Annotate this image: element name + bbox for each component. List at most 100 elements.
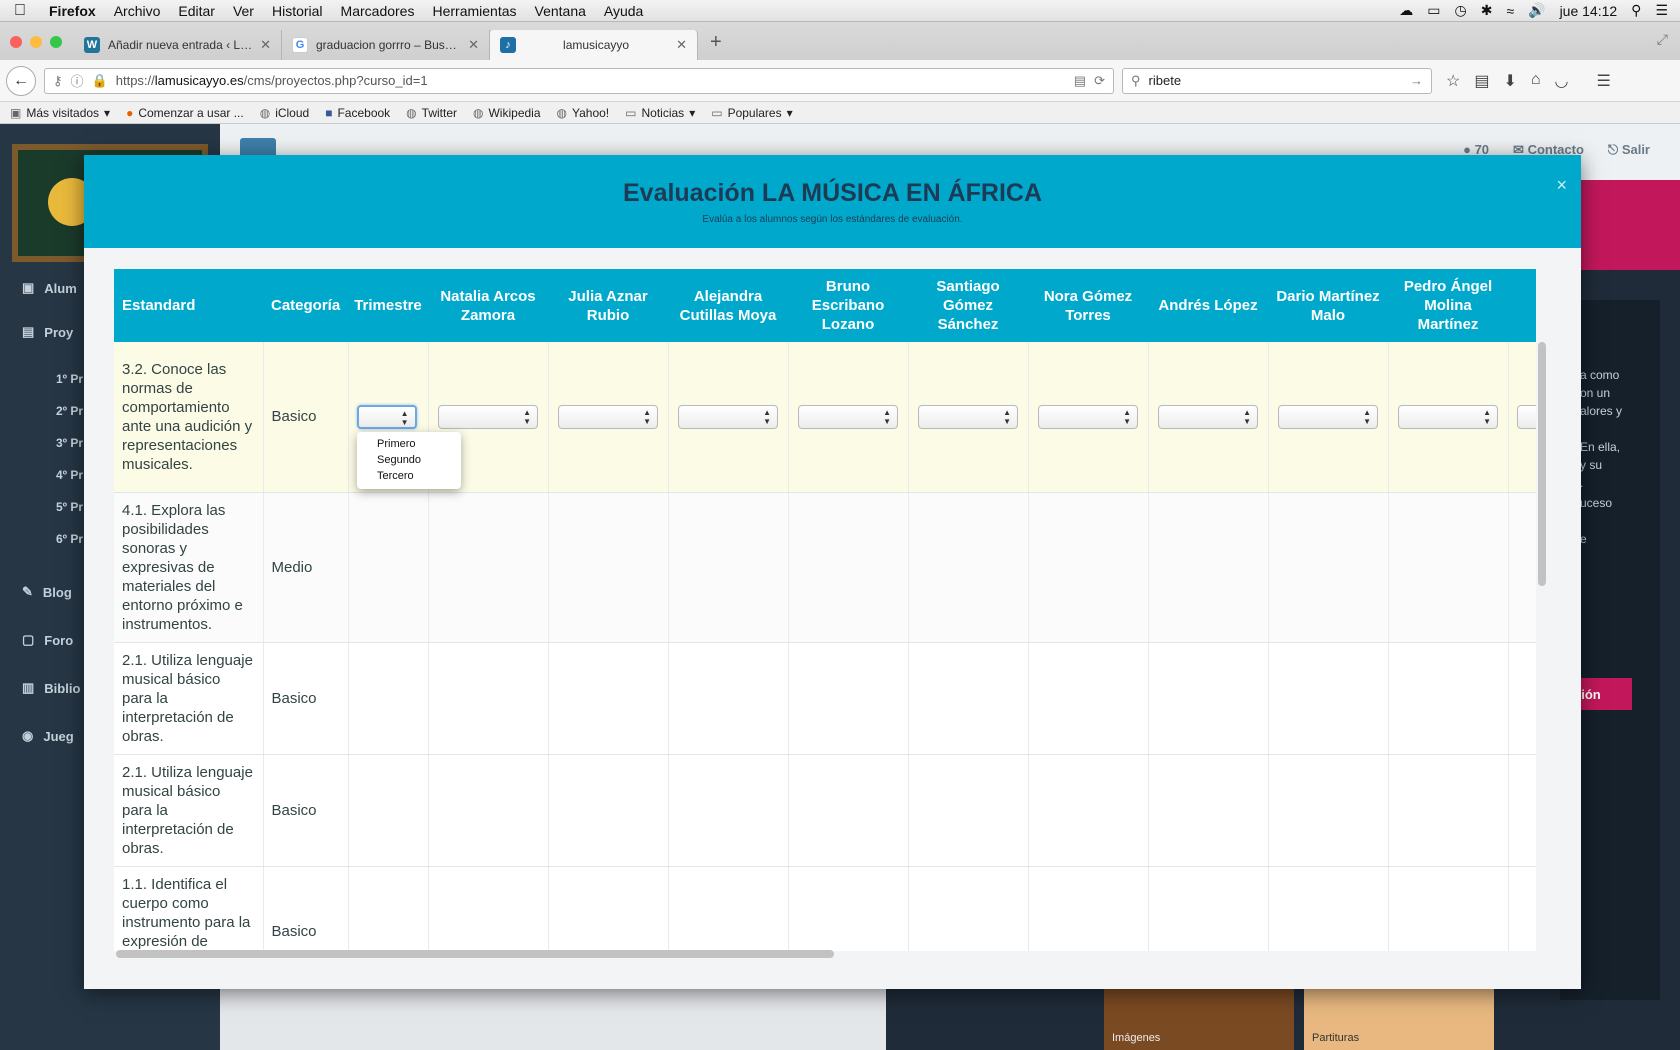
close-icon[interactable]: ×: [1556, 175, 1567, 196]
bookmark-comenzar[interactable]: ● Comenzar a usar ...: [126, 106, 244, 120]
wifi-icon[interactable]: ≈: [1506, 3, 1514, 19]
bookmark-populares[interactable]: ▭ Populares ▾: [711, 106, 792, 120]
bookmark-yahoo[interactable]: ◍ Yahoo!: [557, 106, 610, 120]
sidebar-subitem-2[interactable]: 2º Pr: [56, 404, 83, 418]
search-bar[interactable]: ⚲ ribete →: [1122, 67, 1432, 94]
new-tab-button[interactable]: +: [698, 31, 734, 60]
grade-select[interactable]: ▲ ▼: [438, 404, 538, 429]
reading-list-icon[interactable]: ▤: [1474, 71, 1489, 91]
sidebar-subitem-1[interactable]: 1º Pr: [56, 372, 83, 386]
card-imagenes[interactable]: Imágenes: [1104, 984, 1294, 1050]
bookmark-wikipedia[interactable]: ◍ Wikipedia: [473, 106, 541, 120]
bluetooth-icon[interactable]: ✱: [1481, 2, 1493, 19]
grade-select[interactable]: ▲ ▼: [1038, 404, 1138, 429]
notification-center-icon[interactable]: ☰: [1655, 2, 1668, 19]
sidebar-item-blog[interactable]: ✎ Blog: [22, 584, 72, 600]
panel-text: a como: [1580, 368, 1620, 382]
sidebar-item-biblioteca[interactable]: ▥ Biblio: [22, 680, 80, 696]
bookmark-icloud[interactable]: ◍ iCloud: [260, 106, 310, 120]
sidebar-item-foro[interactable]: ▢ Foro: [22, 632, 73, 648]
sidebar-item-juegos[interactable]: ◉ Jueg: [22, 728, 74, 744]
sidebar-item-proyectos[interactable]: ▤ Proy: [22, 324, 73, 340]
folder-icon: ▣: [10, 105, 22, 120]
grade-select[interactable]: ▲ ▼: [1398, 404, 1498, 429]
bookmark-label: Wikipedia: [488, 105, 541, 120]
menu-historial[interactable]: Historial: [263, 3, 332, 19]
grade-select[interactable]: ▲ ▼: [798, 404, 898, 429]
horizontal-scrollbar[interactable]: [116, 950, 834, 958]
url-text[interactable]: https://lamusicayyo.es/cms/proyectos.php…: [116, 73, 1066, 88]
sidebar-subitem-6[interactable]: 6º Pr: [56, 532, 83, 546]
content-area: [220, 984, 886, 1050]
close-tab-icon[interactable]: ✕: [260, 37, 271, 53]
dropdown-option-tercero[interactable]: Tercero: [357, 468, 461, 484]
sidebar-subitem-4[interactable]: 4º Pr: [56, 468, 83, 482]
close-tab-icon[interactable]: ✕: [676, 37, 687, 53]
minimize-window-button[interactable]: [30, 36, 42, 48]
logout-link[interactable]: ⎋ Salir: [1608, 142, 1650, 158]
tab-anadir-entrada[interactable]: W Añadir nueva entrada ‹ La ... ✕: [74, 30, 282, 60]
url-bar[interactable]: ⚷ ⓘ 🔒 https://lamusicayyo.es/cms/proyect…: [44, 67, 1114, 94]
evaluation-table-container[interactable]: Estandard Categoría Trimestre Natalia Ar…: [114, 269, 1536, 951]
menu-ayuda[interactable]: Ayuda: [595, 3, 652, 19]
grade-select[interactable]: ▲ ▼: [918, 404, 1018, 429]
column-header: Bruno Escribano Lozano: [788, 269, 908, 342]
grade-select[interactable]: ▲ ▼: [1158, 404, 1258, 429]
cloud-icon[interactable]: ☁: [1399, 2, 1413, 19]
bookmark-label: Facebook: [337, 105, 391, 120]
dropdown-option-segundo[interactable]: Segundo: [357, 452, 461, 468]
globe-icon: ◍: [556, 105, 567, 120]
bookmark-mas-visitados[interactable]: ▣ Más visitados ▾: [10, 106, 110, 120]
reload-icon[interactable]: ⟳: [1094, 73, 1105, 89]
pocket-icon[interactable]: ◡: [1555, 71, 1569, 91]
menu-marcadores[interactable]: Marcadores: [332, 3, 424, 19]
search-go-icon[interactable]: →: [1410, 73, 1423, 88]
grade-select[interactable]: [1516, 404, 1536, 429]
grade-select[interactable]: ▲ ▼: [1278, 404, 1378, 429]
menu-ver[interactable]: Ver: [224, 3, 263, 19]
bookmark-facebook[interactable]: ■ Facebook: [325, 106, 390, 120]
category-cell: Medio: [263, 492, 349, 643]
time-machine-icon[interactable]: ◷: [1454, 2, 1466, 19]
lock-icon[interactable]: 🔒: [92, 73, 108, 89]
airplay-icon[interactable]: ▭: [1427, 2, 1440, 19]
grade-select[interactable]: ▲ ▼: [678, 404, 778, 429]
column-header: Estandard: [114, 269, 263, 342]
spotlight-search-icon[interactable]: ⚲: [1631, 2, 1641, 19]
menu-archivo[interactable]: Archivo: [105, 3, 170, 19]
card-partituras[interactable]: Partituras: [1304, 984, 1494, 1050]
back-button[interactable]: ←: [6, 65, 36, 96]
clock[interactable]: jue 14:12: [1560, 3, 1618, 19]
reader-view-icon[interactable]: ▤: [1074, 73, 1086, 89]
close-window-button[interactable]: [10, 36, 22, 48]
grade-select[interactable]: ▲ ▼: [558, 404, 658, 429]
search-input[interactable]: ribete: [1149, 73, 1402, 88]
bookmark-twitter[interactable]: ◍ Twitter: [406, 106, 457, 120]
sidebar-item-alumnos[interactable]: ▣ Alum: [22, 280, 77, 296]
grade-cell: [1388, 866, 1509, 951]
menu-ventana[interactable]: Ventana: [526, 3, 595, 19]
menu-app[interactable]: Firefox: [40, 3, 105, 19]
menu-editar[interactable]: Editar: [169, 3, 224, 19]
volume-icon[interactable]: 🔊: [1528, 2, 1545, 19]
download-icon[interactable]: ⬇: [1503, 71, 1516, 91]
bookmark-noticias[interactable]: ▭ Noticias ▾: [625, 106, 695, 120]
apple-icon[interactable]: : [0, 2, 40, 20]
home-icon[interactable]: ⌂: [1531, 71, 1541, 91]
sidebar-subitem-5[interactable]: 5º Pr: [56, 500, 83, 514]
table-row: 3.2. Conoce las normas de comportamiento…: [114, 342, 1536, 493]
grade-cell: ▲ ▼: [908, 342, 1029, 493]
close-tab-icon[interactable]: ✕: [468, 37, 479, 53]
menu-herramientas[interactable]: Herramientas: [423, 3, 525, 19]
tab-google-search[interactable]: G graduacion gorrro – Busca... ✕: [282, 30, 490, 60]
vertical-scrollbar[interactable]: [1538, 342, 1546, 586]
trimestre-select[interactable]: ▲ ▼: [356, 404, 417, 429]
sidebar-subitem-3[interactable]: 3º Pr: [56, 436, 83, 450]
fullscreen-icon[interactable]: ⤢: [1645, 31, 1680, 60]
hamburger-menu-icon[interactable]: ☰: [1597, 71, 1611, 91]
tab-lamusicayyo[interactable]: ♪ lamusicayyo ✕: [490, 30, 698, 60]
zoom-window-button[interactable]: [50, 36, 62, 48]
bookmark-star-icon[interactable]: ☆: [1446, 71, 1460, 91]
info-icon[interactable]: ⓘ: [71, 71, 84, 90]
dropdown-option-primero[interactable]: Primero: [357, 436, 461, 452]
